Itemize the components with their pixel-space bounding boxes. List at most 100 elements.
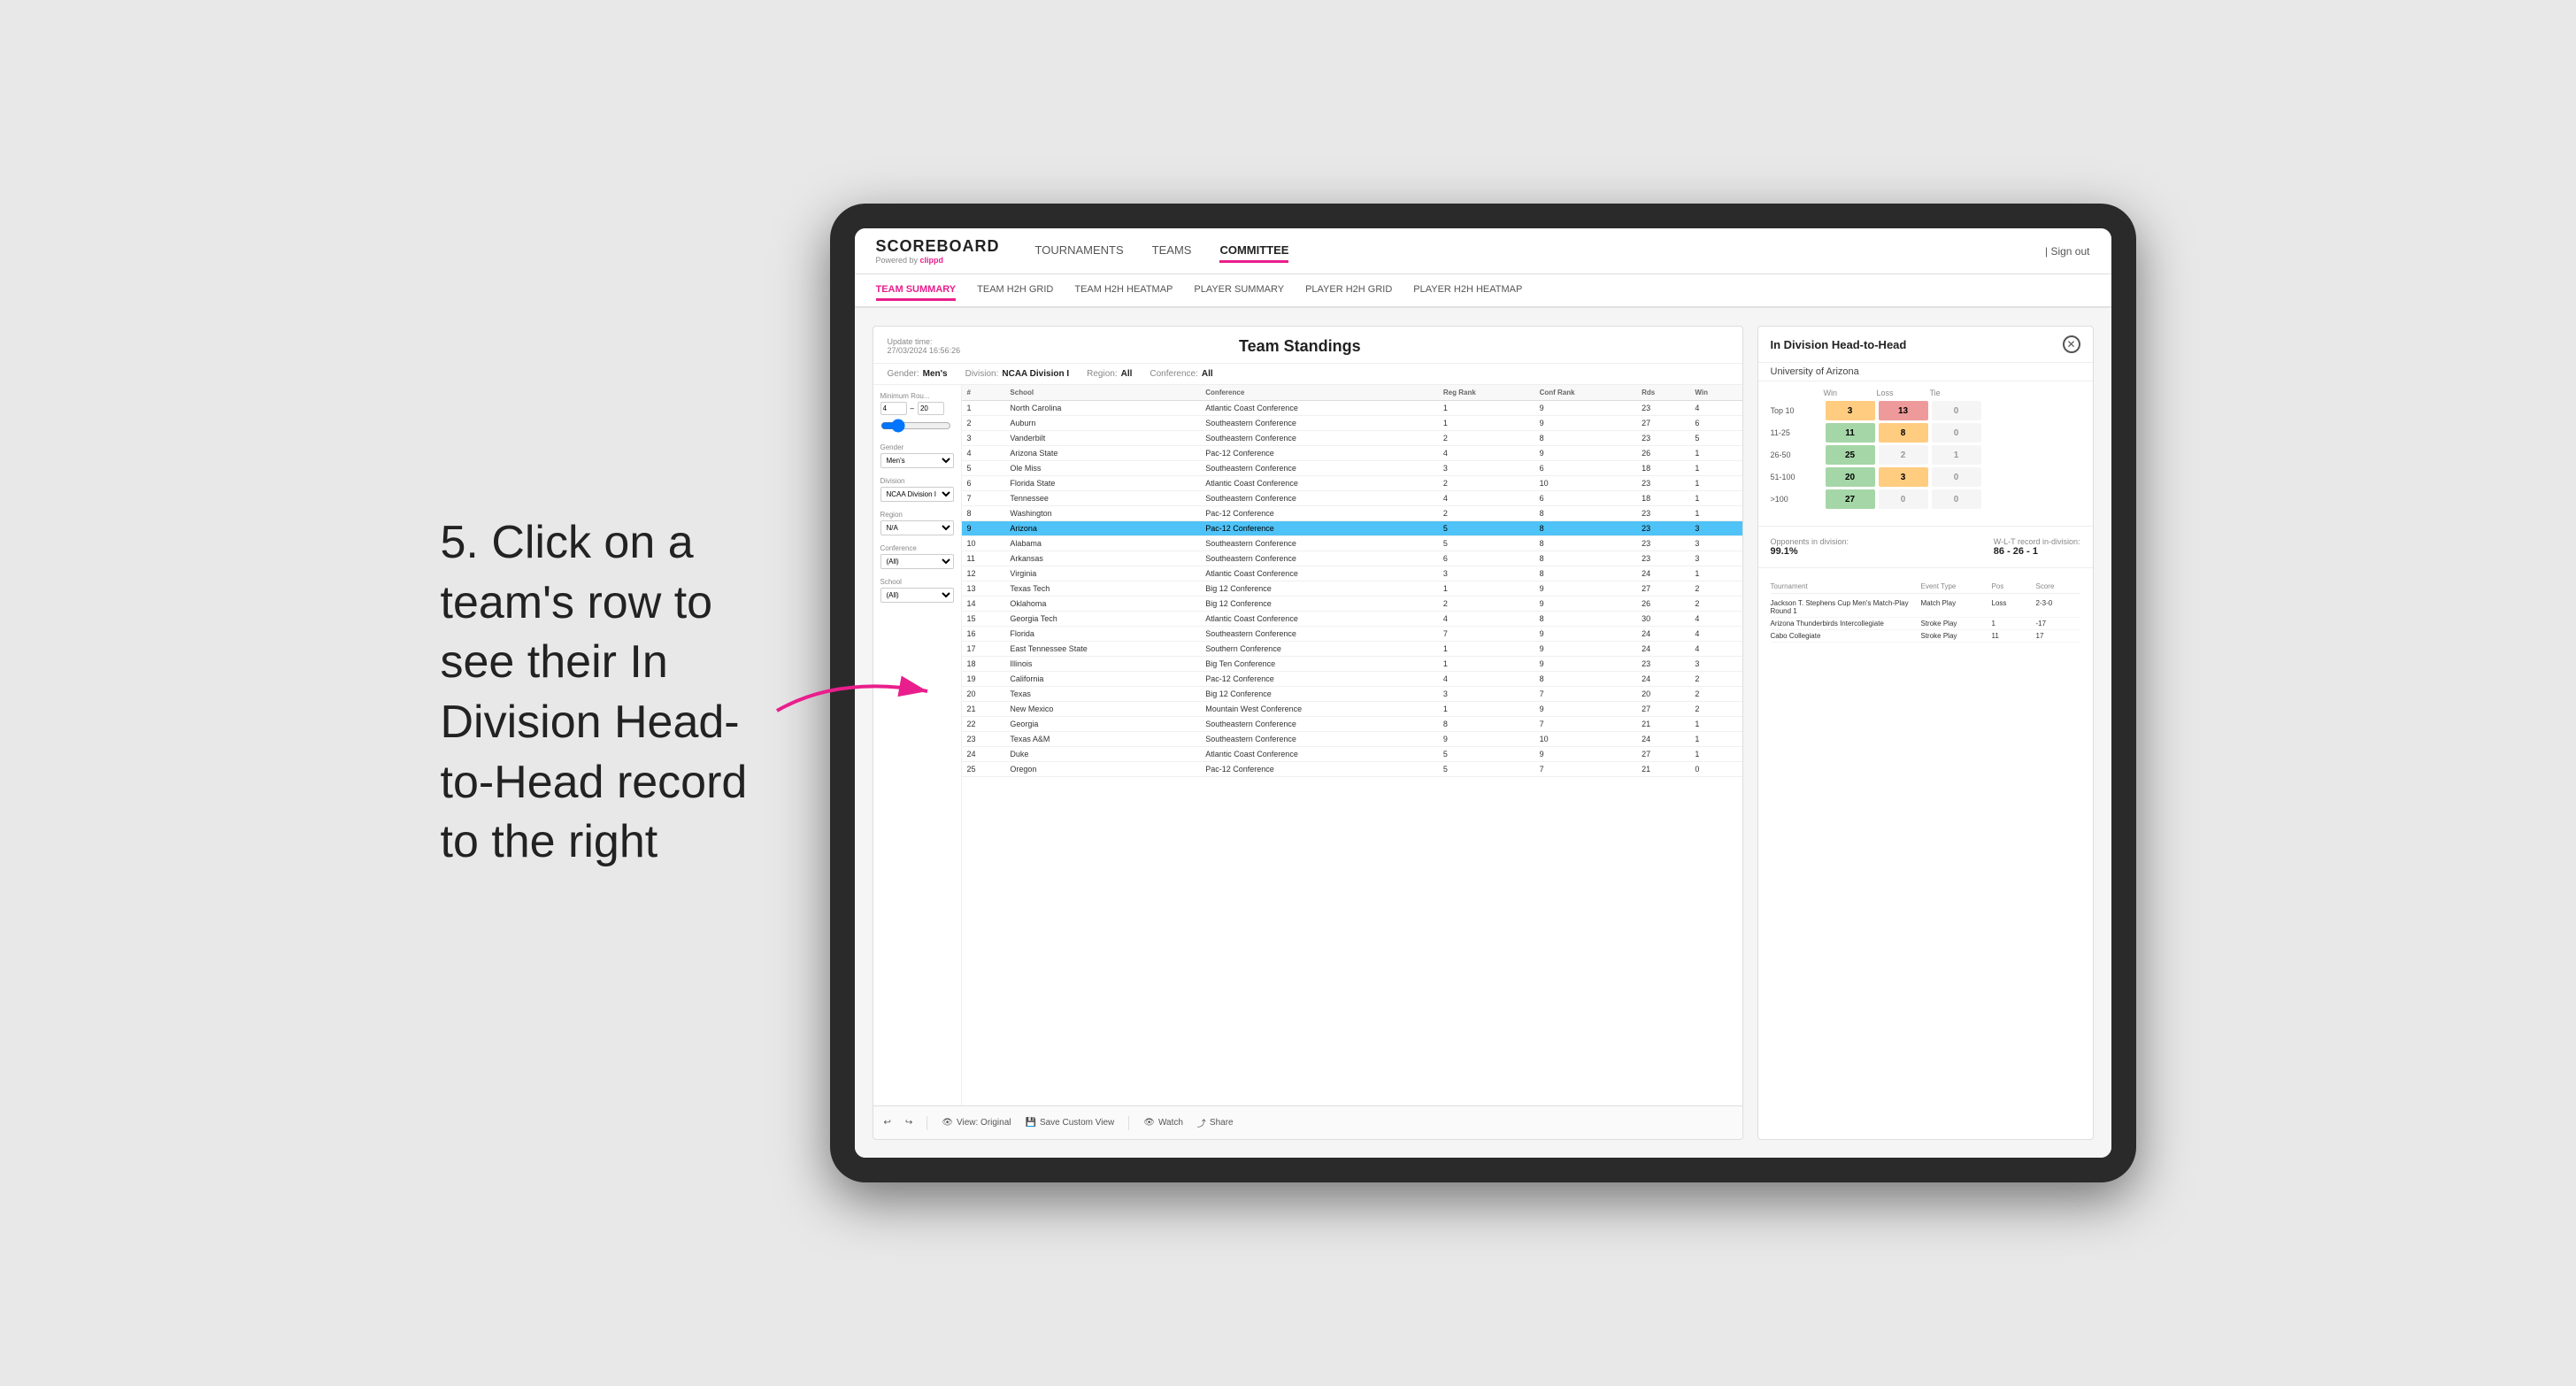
cell-conference: Big 12 Conference <box>1200 597 1438 612</box>
table-row[interactable]: 11 Arkansas Southeastern Conference 6 8 … <box>962 551 1742 566</box>
subnav-player-h2h-heatmap[interactable]: PLAYER H2H HEATMAP <box>1413 281 1522 301</box>
table-row[interactable]: 25 Oregon Pac-12 Conference 5 7 21 0 <box>962 762 1742 777</box>
table-row[interactable]: 7 Tennessee Southeastern Conference 4 6 … <box>962 491 1742 506</box>
table-row[interactable]: 8 Washington Pac-12 Conference 2 8 23 1 <box>962 506 1742 521</box>
tournament-pos: 11 <box>1992 632 2036 640</box>
cell-reg-rank: 6 <box>1438 551 1534 566</box>
subnav-team-h2h-grid[interactable]: TEAM H2H GRID <box>977 281 1053 301</box>
share-btn[interactable]: ⤴ Share <box>1197 1116 1234 1129</box>
table-row[interactable]: 5 Ole Miss Southeastern Conference 3 6 1… <box>962 461 1742 476</box>
max-rounds-input[interactable] <box>918 402 944 415</box>
table-row[interactable]: 2 Auburn Southeastern Conference 1 9 27 … <box>962 416 1742 431</box>
cell-num: 17 <box>962 642 1005 657</box>
cell-rds: 23 <box>1636 476 1689 491</box>
h2h-row-51100: 51-100 20 3 0 <box>1771 467 2080 487</box>
cell-num: 24 <box>962 747 1005 762</box>
cell-conference: Big Ten Conference <box>1200 657 1438 672</box>
tournament-col-type: Event Type <box>1921 582 1992 590</box>
cell-num: 7 <box>962 491 1005 506</box>
table-row[interactable]: 1 North Carolina Atlantic Coast Conferen… <box>962 401 1742 416</box>
annotation-text: 5. Click on a team's row to see their In… <box>441 513 777 873</box>
table-row[interactable]: 20 Texas Big 12 Conference 3 7 20 2 <box>962 687 1742 702</box>
col-win: Win <box>1689 385 1742 401</box>
cell-conf-rank: 9 <box>1534 401 1637 416</box>
cell-school: Washington <box>1004 506 1200 521</box>
region-select[interactable]: N/A All <box>880 520 954 535</box>
col-num: # <box>962 385 1005 401</box>
tournament-row[interactable]: Jackson T. Stephens Cup Men's Match-Play… <box>1771 597 2080 618</box>
table-row[interactable]: 23 Texas A&M Southeastern Conference 9 1… <box>962 732 1742 747</box>
min-rounds-input[interactable] <box>880 402 907 415</box>
table-row[interactable]: 18 Illinois Big Ten Conference 1 9 23 3 <box>962 657 1742 672</box>
cell-school: New Mexico <box>1004 702 1200 717</box>
table-row[interactable]: 3 Vanderbilt Southeastern Conference 2 8… <box>962 431 1742 446</box>
cell-win: 6 <box>1689 416 1742 431</box>
table-row[interactable]: 9 Arizona Pac-12 Conference 5 8 23 3 <box>962 521 1742 536</box>
panel-title: Team Standings <box>960 337 1639 356</box>
close-h2h-btn[interactable]: ✕ <box>2063 335 2080 353</box>
cell-conf-rank: 9 <box>1534 747 1637 762</box>
cell-num: 5 <box>962 461 1005 476</box>
cell-reg-rank: 1 <box>1438 581 1534 597</box>
cell-school: Texas A&M <box>1004 732 1200 747</box>
tournament-row[interactable]: Arizona Thunderbirds Intercollegiate Str… <box>1771 618 2080 630</box>
nav-teams[interactable]: TEAMS <box>1152 240 1192 263</box>
h2h-1125-loss: 8 <box>1879 423 1928 443</box>
cell-win: 1 <box>1689 491 1742 506</box>
save-custom-btn[interactable]: 💾 Save Custom View <box>1026 1118 1115 1128</box>
table-row[interactable]: 12 Virginia Atlantic Coast Conference 3 … <box>962 566 1742 581</box>
subnav-player-summary[interactable]: PLAYER SUMMARY <box>1194 281 1284 301</box>
table-row[interactable]: 6 Florida State Atlantic Coast Conferenc… <box>962 476 1742 491</box>
cell-conf-rank: 9 <box>1534 597 1637 612</box>
cell-conf-rank: 6 <box>1534 461 1637 476</box>
table-row[interactable]: 22 Georgia Southeastern Conference 8 7 2… <box>962 717 1742 732</box>
cell-reg-rank: 4 <box>1438 491 1534 506</box>
subnav-player-h2h-grid[interactable]: PLAYER H2H GRID <box>1305 281 1392 301</box>
school-select[interactable]: (All) <box>880 588 954 603</box>
conference-select[interactable]: (All) ACC SEC <box>880 554 954 569</box>
tournament-row[interactable]: Cabo Collegiate Stroke Play 11 17 <box>1771 630 2080 643</box>
h2h-panel-title: In Division Head-to-Head <box>1771 338 1907 351</box>
table-row[interactable]: 4 Arizona State Pac-12 Conference 4 9 26… <box>962 446 1742 461</box>
nav-tournaments[interactable]: TOURNAMENTS <box>1035 240 1124 263</box>
undo-btn[interactable]: ↩ <box>884 1118 891 1128</box>
col-reg-rank: Reg Rank <box>1438 385 1534 401</box>
table-row[interactable]: 24 Duke Atlantic Coast Conference 5 9 27… <box>962 747 1742 762</box>
subnav-team-h2h-heatmap[interactable]: TEAM H2H HEATMAP <box>1074 281 1173 301</box>
sign-out-btn[interactable]: | Sign out <box>2045 245 2090 258</box>
division-select[interactable]: NCAA Division I NCAA Division II <box>880 487 954 502</box>
redo-btn[interactable]: ↪ <box>905 1118 912 1128</box>
cell-num: 11 <box>962 551 1005 566</box>
cell-conference: Big 12 Conference <box>1200 687 1438 702</box>
gender-filter-display: Gender: Men's <box>888 369 948 379</box>
table-row[interactable]: 17 East Tennessee State Southern Confere… <box>962 642 1742 657</box>
cell-win: 1 <box>1689 717 1742 732</box>
cell-num: 4 <box>962 446 1005 461</box>
table-row[interactable]: 15 Georgia Tech Atlantic Coast Conferenc… <box>962 612 1742 627</box>
region-filter-display: Region: All <box>1087 369 1132 379</box>
tournament-section: Tournament Event Type Pos Score Jackson … <box>1758 575 2093 1139</box>
table-row[interactable]: 10 Alabama Southeastern Conference 5 8 2… <box>962 536 1742 551</box>
cell-reg-rank: 4 <box>1438 446 1534 461</box>
table-row[interactable]: 19 California Pac-12 Conference 4 8 24 2 <box>962 672 1742 687</box>
table-row[interactable]: 16 Florida Southeastern Conference 7 9 2… <box>962 627 1742 642</box>
table-row[interactable]: 13 Texas Tech Big 12 Conference 1 9 27 2 <box>962 581 1742 597</box>
cell-rds: 27 <box>1636 581 1689 597</box>
watch-btn[interactable]: 👁 Watch <box>1143 1118 1183 1128</box>
cell-win: 4 <box>1689 612 1742 627</box>
rounds-slider[interactable] <box>880 419 951 433</box>
cell-win: 1 <box>1689 476 1742 491</box>
view-original-btn[interactable]: 👁 View: Original <box>942 1118 1011 1128</box>
gender-select[interactable]: Men's Women's <box>880 453 954 468</box>
cell-num: 3 <box>962 431 1005 446</box>
table-row[interactable]: 21 New Mexico Mountain West Conference 1… <box>962 702 1742 717</box>
nav-committee[interactable]: COMMITTEE <box>1219 240 1288 263</box>
cell-school: Auburn <box>1004 416 1200 431</box>
subnav-team-summary[interactable]: TEAM SUMMARY <box>876 281 957 301</box>
record-stat: W-L-T record in-division: 86 - 26 - 1 <box>1994 537 2080 557</box>
h2h-51100-tie: 0 <box>1932 467 1981 487</box>
h2h-top10-tie: 0 <box>1932 401 1981 420</box>
cell-rds: 20 <box>1636 687 1689 702</box>
table-row[interactable]: 14 Oklahoma Big 12 Conference 2 9 26 2 <box>962 597 1742 612</box>
cell-conf-rank: 10 <box>1534 732 1637 747</box>
